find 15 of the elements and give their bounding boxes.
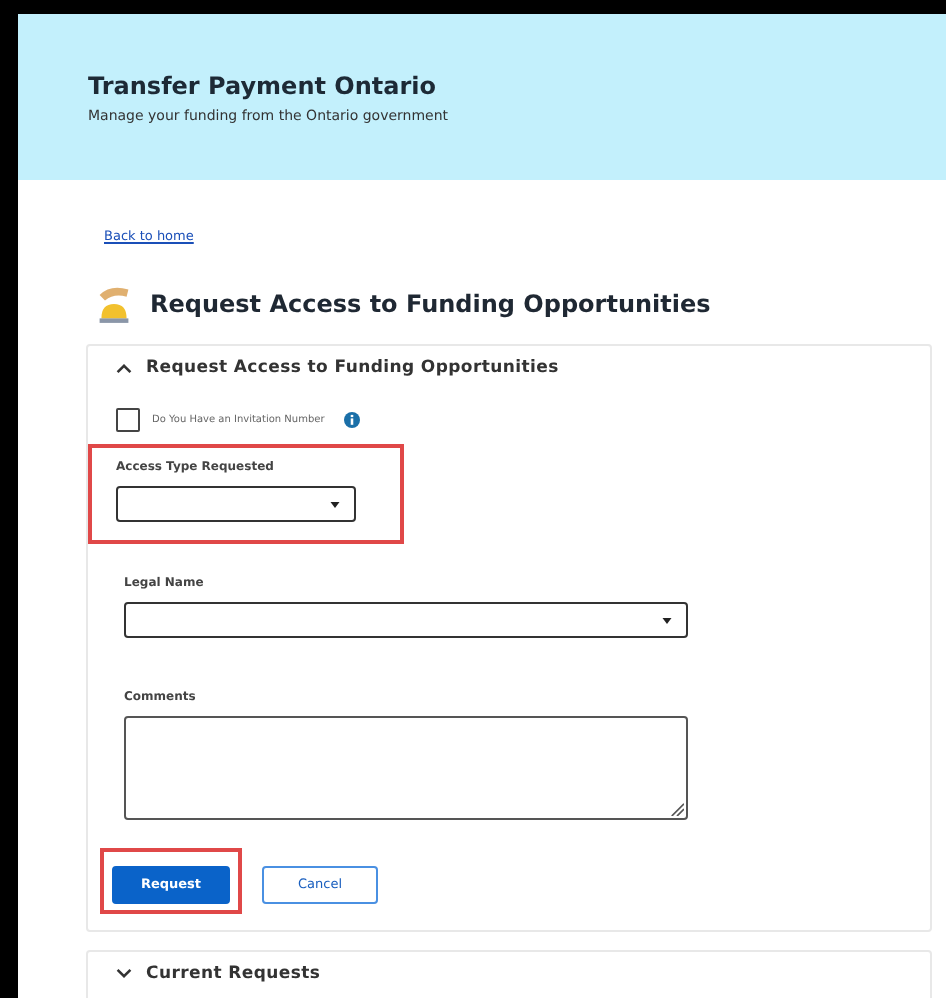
caret-icon [330,502,340,508]
dropdown-field[interactable] [124,602,688,638]
caret-icon [662,618,672,624]
chevron-icon [116,968,132,978]
chevron-icon [116,363,132,373]
hand-bell-icon [96,284,132,324]
resize-grip-icon [670,802,684,816]
accordion-header[interactable]: Current Requests [116,963,902,983]
checkbox[interactable] [116,408,140,432]
comments-field[interactable] [124,716,688,820]
page-title: Request Access to Funding Opportunities [150,290,711,318]
dropdown-field[interactable] [116,486,356,522]
accordion-header[interactable]: Request Access to Funding Opportunities [116,358,902,378]
site-title: Transfer Payment Ontario [88,71,438,99]
info-icon[interactable] [344,412,361,428]
